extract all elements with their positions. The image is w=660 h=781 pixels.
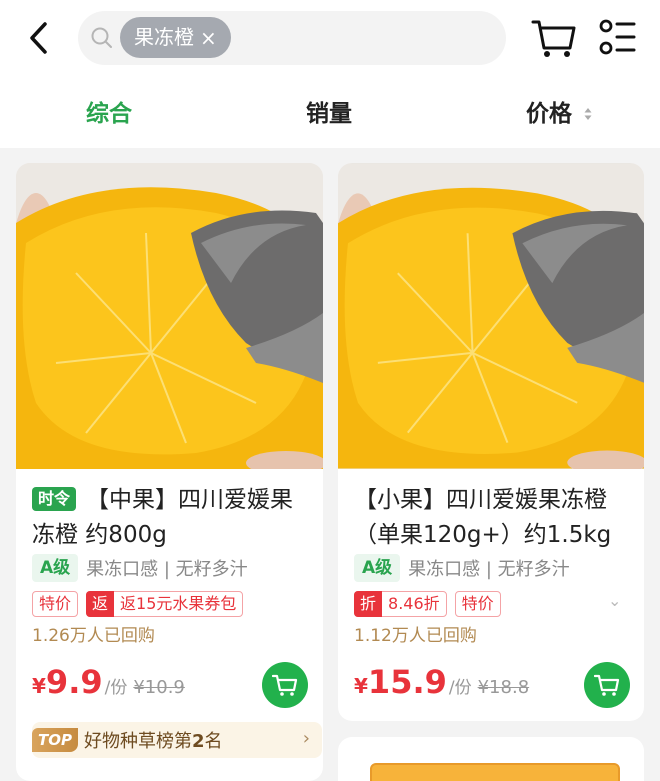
- back-arrow-icon: [30, 22, 47, 54]
- product-title[interactable]: 时令 【中果】四川爱媛果冻橙 约800g: [32, 483, 310, 553]
- attributes-text: 果冻口感 | 无籽多汁: [408, 559, 570, 580]
- promo-row: 特价 返返15元水果券包: [32, 591, 244, 617]
- promo-tag-special: 特价: [454, 591, 501, 617]
- price-value: 9.9: [45, 663, 103, 701]
- shopping-cart-icon: [531, 20, 576, 57]
- attribute-row: A级 果冻口感 | 无籽多汁: [354, 553, 570, 583]
- chevron-right-icon: ›: [302, 728, 310, 749]
- repurchase-count: 1.26万人已回购: [32, 626, 155, 646]
- product-card[interactable]: 【小果】四川爱媛果冻橙（单果120g+）约1.5kg A级 果冻口感 | 无籽多…: [338, 163, 644, 721]
- close-icon[interactable]: ×: [200, 28, 217, 48]
- promo-tag-discount: 折 8.46折: [354, 591, 447, 617]
- grade-badge: A级: [354, 554, 401, 582]
- attributes-text: 果冻口感 | 无籽多汁: [86, 559, 248, 580]
- tab-sales[interactable]: 销量: [306, 92, 352, 136]
- product-card[interactable]: 时令 【中果】四川爱媛果冻橙 约800g A级 果冻口感 | 无籽多汁 特价 返返…: [16, 163, 323, 781]
- tab-price[interactable]: 价格: [526, 92, 572, 136]
- sort-tabs: 综合 销量 价格: [0, 92, 660, 136]
- ranking-suffix: 名: [204, 731, 223, 752]
- seasonal-badge: 时令: [32, 487, 77, 511]
- orange-photo: [16, 163, 323, 475]
- list-menu-icon: [599, 19, 636, 55]
- top-bar: 果冻橙 × 综合 销量 价格: [0, 0, 660, 148]
- ranking-bar[interactable]: TOP 好物种草榜第2名 ›: [32, 722, 322, 758]
- repurchase-count: 1.12万人已回购: [354, 626, 477, 646]
- original-price: ¥18.8: [477, 677, 530, 698]
- orange-photo: [338, 163, 644, 475]
- original-price: ¥10.9: [133, 677, 185, 698]
- currency-symbol: ¥: [354, 674, 368, 698]
- price-unit: /份: [448, 678, 472, 698]
- search-icon: [91, 27, 112, 48]
- price-row: ¥ 15.9 /份 ¥18.8: [354, 663, 529, 705]
- cart-button[interactable]: [530, 16, 578, 60]
- promo-row: 折 8.46折 特价: [354, 591, 501, 617]
- search-tag-label: 果冻橙: [134, 25, 194, 49]
- search-tag-chip[interactable]: 果冻橙 ×: [120, 17, 231, 58]
- cart-icon: [594, 674, 620, 696]
- ranking-text: 好物种草榜第2名: [84, 727, 223, 753]
- promo-solid-label: 折: [354, 591, 383, 617]
- price-row: ¥ 9.9 /份 ¥10.9: [32, 663, 185, 705]
- cart-icon: [272, 674, 298, 696]
- promo-text: 返15元水果券包: [120, 594, 237, 613]
- promo-solid-label: 返: [86, 591, 115, 617]
- grade-badge: A级: [32, 554, 79, 582]
- product-image[interactable]: [16, 163, 323, 475]
- currency-symbol: ¥: [32, 674, 46, 698]
- chevron-down-icon[interactable]: ⌄: [608, 591, 621, 610]
- price-unit: /份: [104, 678, 128, 698]
- promo-text: 8.46折: [388, 594, 440, 613]
- promo-tag-coupon: 返返15元水果券包: [86, 591, 244, 617]
- add-to-cart-button[interactable]: [262, 662, 308, 708]
- attribute-row: A级 果冻口感 | 无籽多汁: [32, 553, 248, 583]
- search-box[interactable]: 果冻橙 ×: [78, 11, 506, 65]
- top-badge: TOP: [32, 728, 78, 752]
- promo-tag-special: 特价: [32, 591, 79, 617]
- product-title[interactable]: 【小果】四川爱媛果冻橙（单果120g+）约1.5kg: [354, 483, 632, 553]
- price-value: 15.9: [367, 663, 447, 701]
- product-card[interactable]: [338, 737, 644, 781]
- ranking-prefix: 好物种草榜第: [83, 731, 192, 752]
- ranking-number: 2: [191, 731, 205, 752]
- back-button[interactable]: [18, 18, 58, 58]
- add-to-cart-button[interactable]: [584, 662, 630, 708]
- category-menu-button[interactable]: [598, 16, 638, 60]
- product-image[interactable]: [370, 763, 620, 781]
- product-image[interactable]: [338, 163, 644, 475]
- sort-arrows-icon: [584, 108, 592, 120]
- tab-comprehensive[interactable]: 综合: [86, 92, 132, 136]
